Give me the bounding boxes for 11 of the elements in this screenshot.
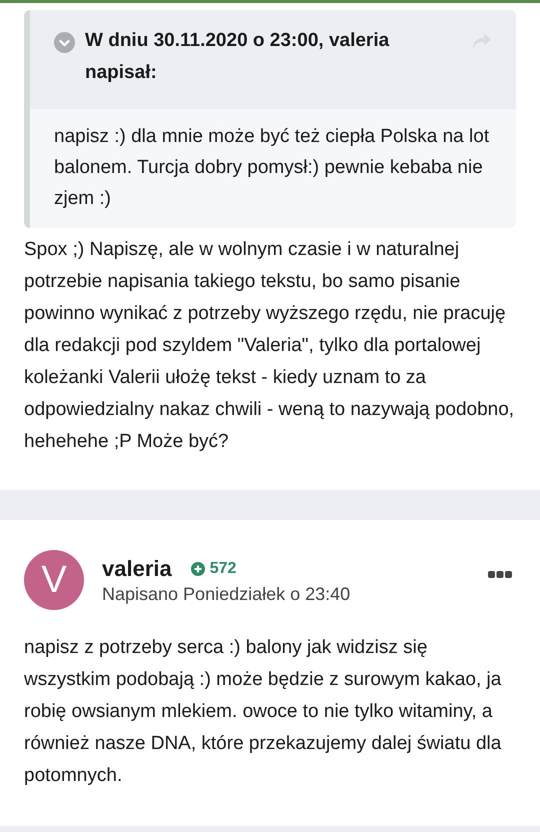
quote-text: napisz :) dla mnie może być też ciepła Polska na lot balonem. Turcja dobry pomysł:) pewnie kebaba nie zjem :) [54,125,490,211]
post-date: Napisano Poniedziałek o 23:40 [102,584,352,604]
reputation-count: 572 [210,560,236,578]
post-text: Spox ;) Napiszę, ale w wolnym czasie i w naturalnej potrzebie napisania takiego tekstu, bo samo pisanie powinno wynikać z potrzeby wyższego rzędu, nie pracuję dla redakcji pod szyldem "Valeria", tylko dla portalowej koleżanki Valerii ułożę tekst - kiedy uznam to za odpowiedzialny nakaz chwili - weną to nazywają podobno, hehehehe ;P Może być? [24,238,516,454]
more-icon[interactable] [488,571,512,579]
avatar[interactable]: V [24,550,84,610]
collapse-icon[interactable] [54,32,75,53]
post-text: napisz z potrzeby serca :) balony jak widzisz się wszystkim podobają :) może będzie z surowym kakao, ja robię owsianym mlekiem. owoce to nie tylko witaminy, a również nasze DNA, które przekazujemy dalej światu dla potomnych. [24,636,502,788]
plus-icon [190,562,205,576]
quote-header: W dniu 30.11.2020 o 23:00, valeria napisał: [85,29,390,85]
author-name[interactable]: valeria [102,556,172,582]
